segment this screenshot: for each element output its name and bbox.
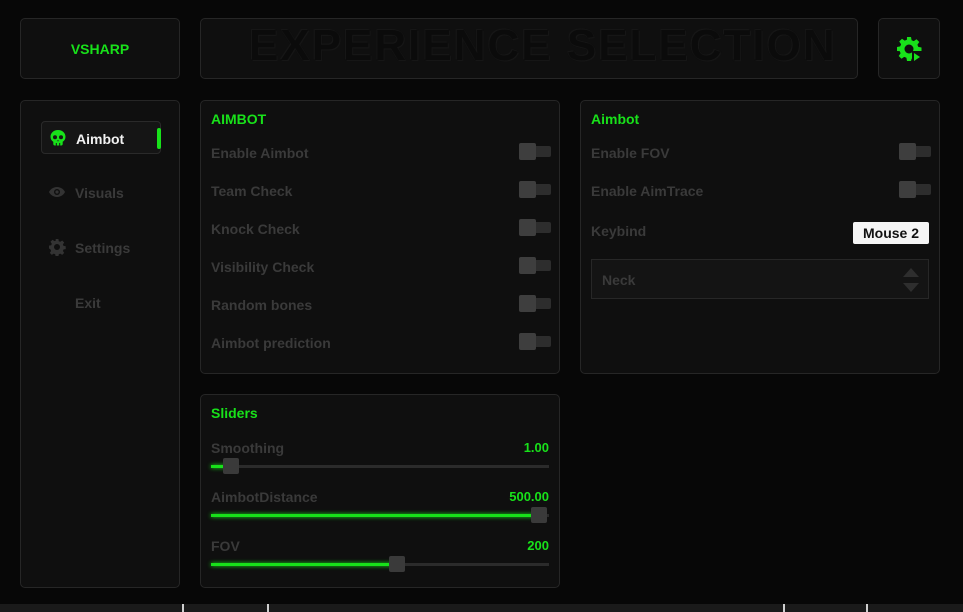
slider-fov: FOV 200: [211, 538, 549, 578]
background-fragment: [783, 604, 785, 612]
aimbot-prediction-toggle[interactable]: [519, 333, 551, 350]
slider-label: AimbotDistance: [211, 489, 318, 505]
team-check-toggle[interactable]: [519, 181, 551, 198]
toggle-knob: [519, 219, 536, 236]
aimbot-panel: AIMBOT Enable Aimbot Team Check Knock Ch…: [200, 100, 560, 374]
banner-text: EXPERIENCE SELECTION: [249, 21, 837, 70]
toggle-row-knock-check: Knock Check: [211, 219, 551, 239]
toggle-row-enable-fov: Enable FOV: [591, 143, 931, 163]
slider-thumb[interactable]: [223, 458, 240, 474]
toggle-label: Knock Check: [211, 221, 300, 237]
sidebar-item-exit[interactable]: Exit: [41, 286, 161, 319]
toggle-row-random-bones: Random bones: [211, 295, 551, 315]
settings-button[interactable]: [878, 18, 940, 79]
slider-thumb[interactable]: [388, 556, 405, 572]
bone-select-value: Neck: [602, 272, 636, 288]
toggle-label: Visibility Check: [211, 259, 315, 275]
toggle-row-enable-aimtrace: Enable AimTrace: [591, 181, 931, 201]
toggle-row-enable-aimbot: Enable Aimbot: [211, 143, 551, 163]
slider-value: 200: [527, 538, 549, 553]
toggle-knob: [519, 181, 536, 198]
slider-fill: [211, 563, 397, 566]
keybind-label: Keybind: [591, 223, 647, 239]
slider-track[interactable]: [211, 458, 549, 474]
active-indicator: [157, 128, 161, 149]
eye-icon: [49, 187, 65, 197]
keybind-button[interactable]: Mouse 2: [852, 222, 929, 244]
sidebar-item-label: Aimbot: [76, 131, 125, 147]
sidebar-item-aimbot[interactable]: Aimbot: [41, 121, 161, 154]
sidebar: Aimbot Visuals Settings Exit: [20, 100, 180, 588]
app-window: VSHARP EXPERIENCE SELECTION Aimbot Visua…: [0, 0, 963, 612]
toggle-knob: [899, 143, 916, 160]
background-fragment: [866, 604, 868, 612]
toggle-label: Random bones: [211, 297, 313, 313]
enable-aimbot-toggle[interactable]: [519, 143, 551, 160]
panel-title: AIMBOT: [211, 111, 267, 127]
slider-label: Smoothing: [211, 440, 285, 456]
sidebar-item-label: Exit: [75, 295, 101, 311]
sidebar-item-label: Settings: [75, 240, 131, 256]
toggle-knob: [899, 181, 916, 198]
sidebar-item-settings[interactable]: Settings: [41, 231, 161, 264]
logo-panel: VSHARP: [20, 18, 180, 79]
random-bones-toggle[interactable]: [519, 295, 551, 312]
skull-icon: [50, 130, 66, 146]
enable-fov-toggle[interactable]: [899, 143, 931, 160]
knock-check-toggle[interactable]: [519, 219, 551, 236]
slider-track[interactable]: [211, 556, 549, 572]
slider-value: 1.00: [523, 440, 549, 455]
toggle-row-team-check: Team Check: [211, 181, 551, 201]
gear-icon: [49, 239, 66, 256]
aimbot-fov-panel: Aimbot Enable FOV Enable AimTrace Keybin…: [580, 100, 940, 374]
toggle-label: Enable AimTrace: [591, 183, 704, 199]
slider-thumb[interactable]: [530, 507, 547, 523]
header-banner: EXPERIENCE SELECTION: [200, 18, 858, 79]
toggle-row-visibility-check: Visibility Check: [211, 257, 551, 277]
bone-select[interactable]: Neck: [591, 259, 929, 299]
background-fragment: [267, 604, 269, 612]
background-fragment: [182, 604, 184, 612]
background-strip: [0, 604, 963, 612]
toggle-label: Aimbot prediction: [211, 335, 331, 351]
toggle-row-aimbot-prediction: Aimbot prediction: [211, 333, 551, 353]
logo-text: VSHARP: [70, 41, 130, 57]
visibility-check-toggle[interactable]: [519, 257, 551, 274]
toggle-knob: [519, 295, 536, 312]
slider-value: 500.00: [509, 489, 549, 504]
slider-smoothing: Smoothing 1.00: [211, 440, 549, 480]
sidebar-item-label: Visuals: [75, 185, 124, 201]
toggle-label: Enable FOV: [591, 145, 670, 161]
sliders-panel: Sliders Smoothing 1.00 AimbotDistance 50…: [200, 394, 560, 588]
slider-track[interactable]: [211, 507, 549, 523]
toggle-label: Team Check: [211, 183, 293, 199]
sidebar-item-visuals[interactable]: Visuals: [41, 176, 161, 209]
toggle-knob: [519, 333, 536, 350]
toggle-knob: [519, 143, 536, 160]
gear-play-icon: [897, 37, 922, 62]
panel-title: Sliders: [211, 405, 258, 421]
slider-label: FOV: [211, 538, 240, 554]
panel-title: Aimbot: [591, 111, 640, 127]
slider-aimbot-distance: AimbotDistance 500.00: [211, 489, 549, 529]
enable-aimtrace-toggle[interactable]: [899, 181, 931, 198]
toggle-label: Enable Aimbot: [211, 145, 309, 161]
slider-fill: [211, 514, 539, 517]
toggle-knob: [519, 257, 536, 274]
up-down-arrows-icon: [903, 268, 919, 292]
